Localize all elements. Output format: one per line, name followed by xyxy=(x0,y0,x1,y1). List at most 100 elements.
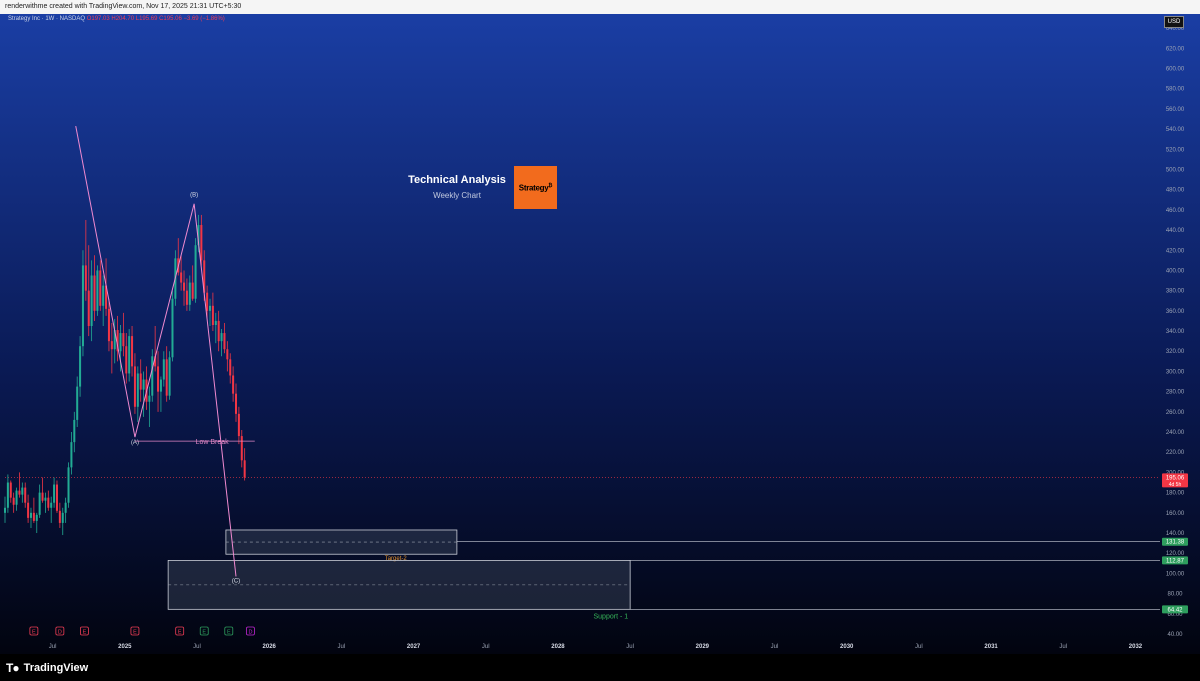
candle-body xyxy=(90,275,93,326)
x-tick-label: Jul xyxy=(193,644,201,650)
candle-body xyxy=(61,512,64,523)
x-tick-label: 2028 xyxy=(551,644,565,650)
candle-body xyxy=(148,395,151,402)
candle-body xyxy=(6,482,9,508)
candle-body xyxy=(122,333,125,347)
x-tick-label: 2029 xyxy=(696,644,710,650)
candle-body xyxy=(93,275,96,311)
candle-body xyxy=(119,333,122,352)
y-tick-label: 260.00 xyxy=(1166,410,1185,416)
candle-body xyxy=(21,487,24,495)
candle-body xyxy=(9,482,12,498)
x-tick-label: 2027 xyxy=(407,644,421,650)
symbol-name: Strategy Inc · 1W · NASDAQ xyxy=(8,16,86,22)
candle-body xyxy=(84,265,87,291)
symbol-info[interactable]: Strategy Inc · 1W · NASDAQ O197.03 H204.… xyxy=(8,16,225,22)
y-tick-label: 180.00 xyxy=(1166,491,1185,497)
candle-body xyxy=(168,357,171,396)
price-tag-label: 195.06 xyxy=(1166,475,1185,481)
candle-body xyxy=(209,305,212,311)
candle-body xyxy=(220,333,223,342)
x-tick-label: 2026 xyxy=(263,644,277,650)
company-logo: Strategy₿ xyxy=(514,166,557,209)
price-tag-label: 131.38 xyxy=(1166,540,1185,546)
chart-subtitle: Weekly Chart xyxy=(433,191,481,200)
x-tick-label: 2030 xyxy=(840,644,854,650)
low-break-label: Low Break xyxy=(196,439,230,446)
y-tick-label: 360.00 xyxy=(1166,309,1185,315)
candle-body xyxy=(240,436,243,461)
candle-body xyxy=(217,320,220,342)
candle-body xyxy=(107,308,110,342)
y-tick-label: 520.00 xyxy=(1166,147,1185,153)
chart-svg[interactable]: Target-2Support - 1 (A)(B)(C)Low Break 6… xyxy=(0,14,1200,654)
footer: T● TradingView xyxy=(0,654,1200,681)
candle-body xyxy=(35,514,38,521)
y-tick-label: 600.00 xyxy=(1166,66,1185,72)
candle-body xyxy=(55,484,58,511)
y-tick-label: 220.00 xyxy=(1166,450,1185,456)
event-marker-label: E xyxy=(178,630,182,636)
symbol-ohlc: O197.03 H204.70 L195.69 C195.06 −3.69 (−… xyxy=(86,16,225,22)
y-tick-label: 480.00 xyxy=(1166,188,1185,194)
candle-body xyxy=(15,490,18,505)
candle-body xyxy=(18,490,21,495)
y-tick-label: 120.00 xyxy=(1166,551,1185,557)
y-tick-label: 80.00 xyxy=(1167,592,1183,598)
event-marker-label: E xyxy=(202,630,206,636)
caption-text: renderwithme created with TradingView.co… xyxy=(5,3,242,10)
candle-body xyxy=(96,270,99,311)
candle-body xyxy=(214,320,217,325)
candle-body xyxy=(64,502,67,513)
candle-body xyxy=(191,282,194,299)
tradingview-brand[interactable]: T● TradingView xyxy=(6,661,88,675)
y-tick-label: 440.00 xyxy=(1166,228,1185,234)
y-tick-label: 380.00 xyxy=(1166,289,1185,295)
candle-body xyxy=(12,497,15,505)
candle-body xyxy=(44,497,47,501)
x-tick-label: Jul xyxy=(771,644,779,650)
candle-body xyxy=(29,512,32,518)
candle-body xyxy=(165,359,168,396)
y-tick-label: 580.00 xyxy=(1166,87,1185,93)
candle-body xyxy=(183,282,186,291)
candle-body xyxy=(73,419,76,443)
candle-body xyxy=(99,270,102,306)
chart-background xyxy=(0,14,1200,654)
candle-body xyxy=(223,333,226,350)
candle-body xyxy=(243,460,246,478)
candle-body xyxy=(70,442,73,468)
y-tick-label: 500.00 xyxy=(1166,167,1185,173)
event-marker-label: E xyxy=(227,630,231,636)
x-tick-label: Jul xyxy=(915,644,923,650)
candle-body xyxy=(87,290,90,326)
candle-body xyxy=(162,359,165,380)
candle-body xyxy=(180,272,183,283)
candle-body xyxy=(128,336,131,374)
y-tick-label: 340.00 xyxy=(1166,329,1185,335)
chart-area[interactable]: Target-2 Support - 1 (A) (B) (C) Low Break 6… xyxy=(0,14,1200,654)
company-logo-text: Strategy₿ xyxy=(518,182,553,193)
price-tag-countdown: 4d 5h xyxy=(1169,482,1182,488)
candle-body xyxy=(24,487,27,503)
candle-body xyxy=(226,349,229,360)
wave-label: (C) xyxy=(232,578,240,584)
currency-badge[interactable]: USD xyxy=(1164,16,1184,28)
candle-body xyxy=(38,492,41,515)
title-block: Technical Analysis Weekly Chart xyxy=(402,174,512,200)
y-tick-label: 40.00 xyxy=(1167,632,1183,638)
y-tick-label: 560.00 xyxy=(1166,107,1185,113)
candle-body xyxy=(159,379,162,392)
candle-body xyxy=(76,386,79,420)
support-zone-label: Support - 1 xyxy=(594,613,629,620)
x-tick-label: Jul xyxy=(338,644,346,650)
event-marker-label: E xyxy=(83,630,87,636)
candle-body xyxy=(67,467,70,503)
x-tick-label: Jul xyxy=(49,644,57,650)
candle-body xyxy=(234,393,238,414)
candle-body xyxy=(58,510,61,523)
candle-body xyxy=(142,379,145,390)
candle-body xyxy=(131,336,134,367)
event-marker-label: D xyxy=(248,630,252,636)
candle-body xyxy=(47,497,50,508)
